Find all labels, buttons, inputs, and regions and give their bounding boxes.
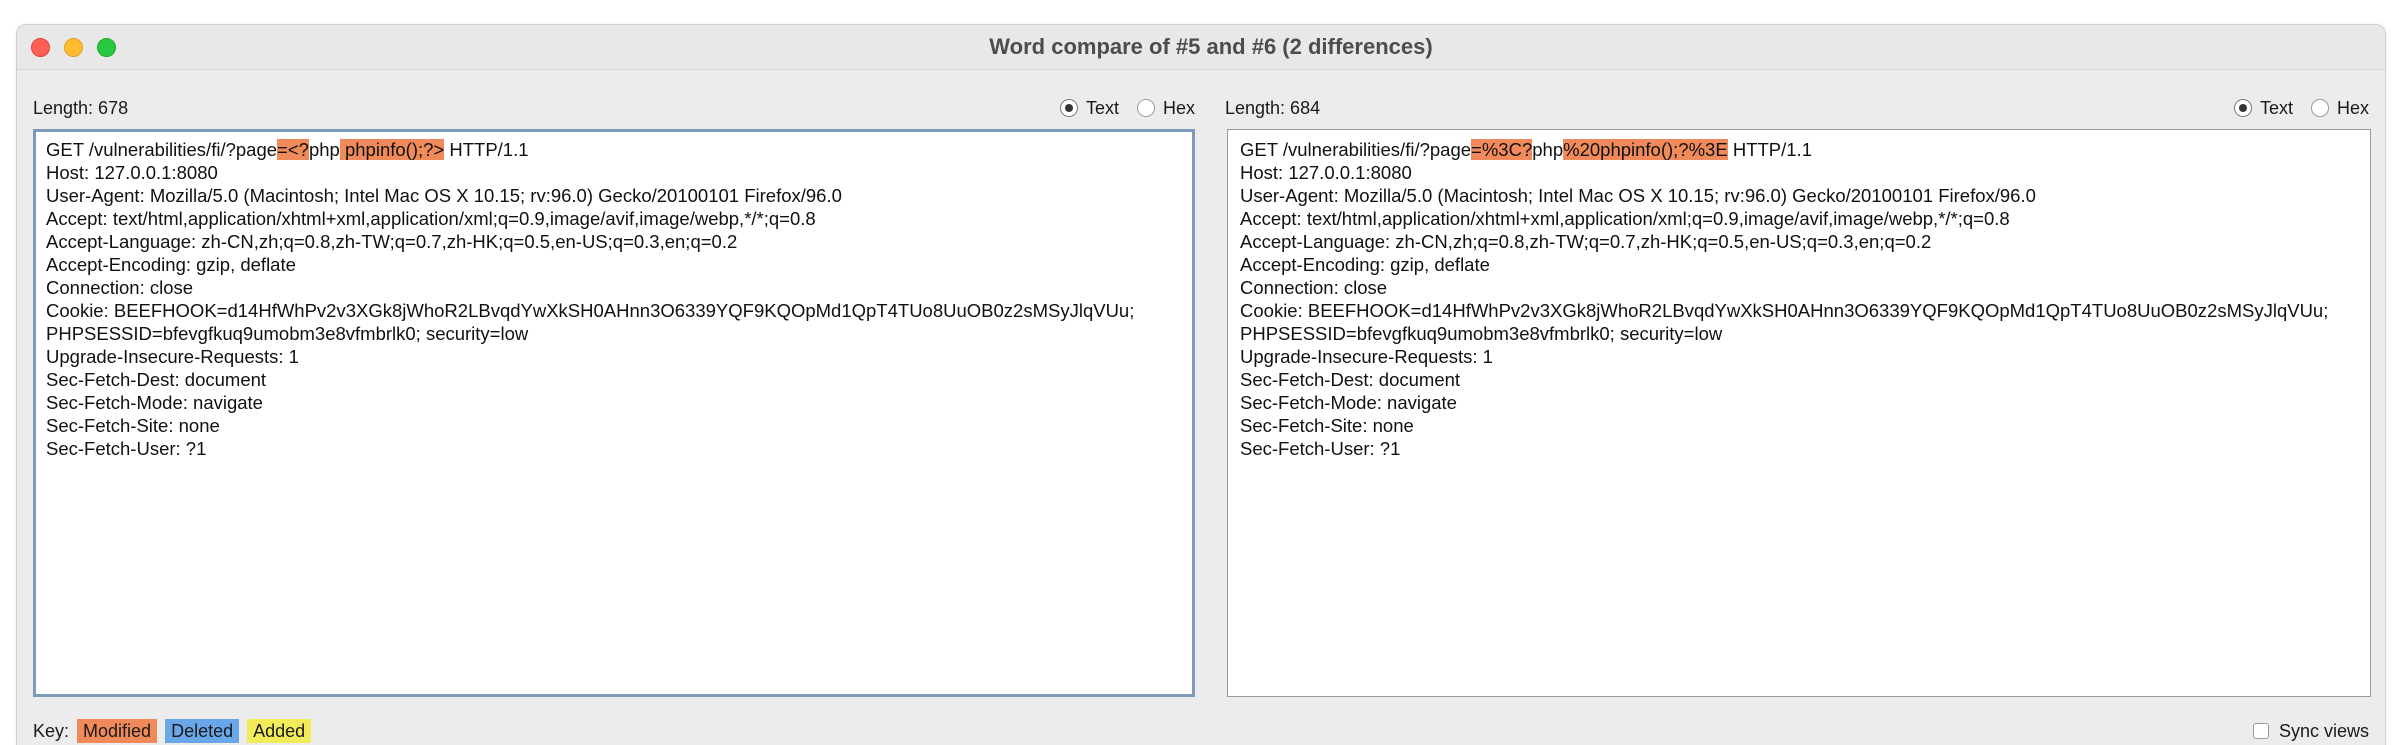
window-title: Word compare of #5 and #6 (2 differences… <box>989 34 1433 59</box>
modified-segment: phpinfo();?> <box>339 139 445 160</box>
text-segment: Host: 127.0.0.1:8080 <box>46 162 218 183</box>
text-segment: Accept-Encoding: gzip, deflate <box>46 254 296 275</box>
text-segment: User-Agent: Mozilla/5.0 (Macintosh; Inte… <box>1240 185 2036 206</box>
modified-segment: =<? <box>277 139 309 160</box>
text-segment: Sec-Fetch-User: ?1 <box>46 438 207 459</box>
left-hex-radio-label: Hex <box>1162 97 1195 118</box>
request-line: User-Agent: Mozilla/5.0 (Macintosh; Inte… <box>1240 184 2358 207</box>
right-hex-option: Hex <box>2310 97 2369 119</box>
minimize-window-button[interactable] <box>64 38 83 57</box>
request-line: GET /vulnerabilities/fi/?page=<?php phpi… <box>46 138 1182 161</box>
key-added-badge: Added <box>247 719 312 743</box>
request-line: Upgrade-Insecure-Requests: 1 <box>1240 345 2358 368</box>
request-line: Sec-Fetch-Site: none <box>1240 414 2358 437</box>
text-segment: php <box>308 139 340 160</box>
request-line: Accept-Encoding: gzip, deflate <box>1240 253 2358 276</box>
request-line: Accept: text/html,application/xhtml+xml,… <box>46 207 1182 230</box>
left-text-radio-label: Text <box>1085 97 1119 118</box>
right-text-radio-label: Text <box>2259 97 2293 118</box>
text-segment: Sec-Fetch-Mode: navigate <box>46 392 263 413</box>
request-line: Cookie: BEEFHOOK=d14HfWhPv2v3XGk8jWhoR2L… <box>1240 299 2358 322</box>
text-segment: Sec-Fetch-Site: none <box>46 415 220 436</box>
modified-segment: %20phpinfo();?%3E <box>1563 139 1728 160</box>
request-line: GET /vulnerabilities/fi/?page=%3C?php%20… <box>1240 138 2358 161</box>
request-line: Accept-Encoding: gzip, deflate <box>46 253 1182 276</box>
text-segment: Connection: close <box>1240 277 1388 298</box>
text-segment: PHPSESSID=bfevgfkuq9umobm3e8vfmbrlk0; se… <box>46 323 529 344</box>
text-segment: Sec-Fetch-User: ?1 <box>1240 438 1401 459</box>
text-segment: Accept-Encoding: gzip, deflate <box>1240 254 1490 275</box>
window-controls <box>31 38 116 57</box>
request-line: PHPSESSID=bfevgfkuq9umobm3e8vfmbrlk0; se… <box>46 322 1182 345</box>
right-pane-header: Length: 684 Text Hex <box>1225 93 2369 123</box>
text-segment: PHPSESSID=bfevgfkuq9umobm3e8vfmbrlk0; se… <box>1240 323 1723 344</box>
text-segment: Accept-Language: zh-CN,zh;q=0.8,zh-TW;q=… <box>46 231 738 252</box>
left-request-editor[interactable]: GET /vulnerabilities/fi/?page=<?php phpi… <box>33 129 1195 697</box>
title-bar: Word compare of #5 and #6 (2 differences… <box>17 25 2385 70</box>
text-segment: Sec-Fetch-Mode: navigate <box>1240 392 1457 413</box>
text-segment: Sec-Fetch-Dest: document <box>1240 369 1461 390</box>
text-segment: HTTP/1.1 <box>444 139 529 160</box>
key-modified-badge: Modified <box>77 719 158 743</box>
request-line: User-Agent: Mozilla/5.0 (Macintosh; Inte… <box>46 184 1182 207</box>
right-hex-radio[interactable] <box>2310 99 2329 117</box>
right-view-mode: Text Hex <box>2233 97 2369 119</box>
text-segment: Accept: text/html,application/xhtml+xml,… <box>46 208 816 229</box>
left-view-mode: Text Hex <box>1059 97 1195 119</box>
request-line: Sec-Fetch-Mode: navigate <box>46 391 1182 414</box>
right-length-label: Length: 684 <box>1225 97 1321 118</box>
request-line: Upgrade-Insecure-Requests: 1 <box>46 345 1182 368</box>
sync-views-label: Sync views <box>2278 720 2369 741</box>
modified-segment: =%3C? <box>1471 139 1533 160</box>
request-line: Sec-Fetch-User: ?1 <box>1240 437 2358 460</box>
text-segment: Connection: close <box>46 277 194 298</box>
text-segment: HTTP/1.1 <box>1727 139 1812 160</box>
compare-window: Word compare of #5 and #6 (2 differences… <box>16 24 2386 745</box>
key-label: Key: <box>33 720 70 741</box>
text-segment: Accept: text/html,application/xhtml+xml,… <box>1240 208 2010 229</box>
text-segment: Sec-Fetch-Dest: document <box>46 369 267 390</box>
text-segment: php <box>1532 139 1564 160</box>
request-line: Cookie: BEEFHOOK=d14HfWhPv2v3XGk8jWhoR2L… <box>46 299 1182 322</box>
request-line: Accept-Language: zh-CN,zh;q=0.8,zh-TW;q=… <box>46 230 1182 253</box>
request-line: Connection: close <box>46 276 1182 299</box>
request-line: Sec-Fetch-User: ?1 <box>46 437 1182 460</box>
request-line: Accept-Language: zh-CN,zh;q=0.8,zh-TW;q=… <box>1240 230 2358 253</box>
sync-views-option: Sync views <box>2252 720 2369 742</box>
request-line: Sec-Fetch-Dest: document <box>1240 368 2358 391</box>
text-segment: Sec-Fetch-Site: none <box>1240 415 1414 436</box>
text-segment: Host: 127.0.0.1:8080 <box>1240 162 1412 183</box>
text-segment: GET /vulnerabilities/fi/?page <box>46 139 278 160</box>
left-hex-radio[interactable] <box>1136 99 1155 117</box>
text-segment: Cookie: BEEFHOOK=d14HfWhPv2v3XGk8jWhoR2L… <box>1240 300 2329 321</box>
left-pane-header: Length: 678 Text Hex <box>33 93 1195 123</box>
request-line: PHPSESSID=bfevgfkuq9umobm3e8vfmbrlk0; se… <box>1240 322 2358 345</box>
text-segment: Upgrade-Insecure-Requests: 1 <box>1240 346 1493 367</box>
request-line: Connection: close <box>1240 276 2358 299</box>
text-segment: Cookie: BEEFHOOK=d14HfWhPv2v3XGk8jWhoR2L… <box>46 300 1135 321</box>
footer-key: Key: Modified Deleted Added Sync views <box>33 717 2369 745</box>
request-line: Host: 127.0.0.1:8080 <box>46 161 1182 184</box>
text-segment: Accept-Language: zh-CN,zh;q=0.8,zh-TW;q=… <box>1240 231 1932 252</box>
request-line: Accept: text/html,application/xhtml+xml,… <box>1240 207 2358 230</box>
text-segment: GET /vulnerabilities/fi/?page <box>1240 139 1472 160</box>
request-line: Sec-Fetch-Dest: document <box>46 368 1182 391</box>
key-deleted-badge: Deleted <box>165 719 240 743</box>
right-hex-radio-label: Hex <box>2336 97 2369 118</box>
zoom-window-button[interactable] <box>97 38 116 57</box>
left-length-label: Length: 678 <box>33 97 129 118</box>
left-hex-option: Hex <box>1136 97 1195 119</box>
request-line: Sec-Fetch-Mode: navigate <box>1240 391 2358 414</box>
text-segment: Upgrade-Insecure-Requests: 1 <box>46 346 299 367</box>
right-request-editor[interactable]: GET /vulnerabilities/fi/?page=%3C?php%20… <box>1227 129 2371 697</box>
sync-views-checkbox[interactable] <box>2252 723 2269 739</box>
left-text-radio[interactable] <box>1059 99 1078 117</box>
text-segment: User-Agent: Mozilla/5.0 (Macintosh; Inte… <box>46 185 842 206</box>
request-line: Sec-Fetch-Site: none <box>46 414 1182 437</box>
request-line: Host: 127.0.0.1:8080 <box>1240 161 2358 184</box>
right-text-radio[interactable] <box>2233 99 2252 117</box>
close-window-button[interactable] <box>31 38 50 57</box>
